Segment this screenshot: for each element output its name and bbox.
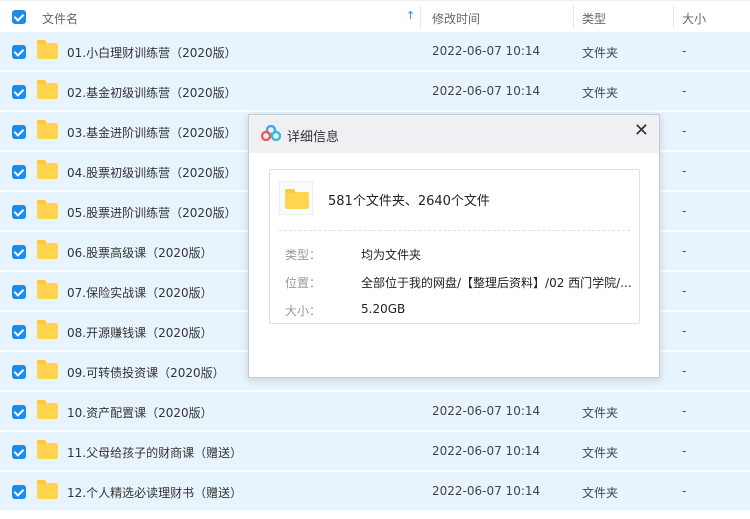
column-modified[interactable]: 修改时间 [432, 10, 480, 27]
table-row[interactable]: 10.资产配置课（2020版） 2022-06-07 10:14 文件夹 - [0, 392, 750, 432]
folder-icon [37, 40, 58, 59]
size-label: 大小： [285, 304, 322, 318]
select-all-checkbox[interactable] [12, 10, 26, 24]
folder-icon [37, 280, 58, 299]
row-checkbox[interactable] [12, 325, 26, 339]
dialog-title: 详细信息 [287, 130, 340, 145]
divider [279, 230, 630, 231]
file-name[interactable]: 08.开源赚钱课（2020版） [67, 324, 213, 341]
file-name[interactable]: 04.股票初级训练营（2020版） [67, 164, 237, 181]
folder-icon [37, 360, 58, 379]
row-checkbox[interactable] [12, 245, 26, 259]
arrow-up-icon[interactable]: ↑ [406, 9, 415, 22]
file-size: - [682, 164, 687, 178]
row-checkbox[interactable] [12, 445, 26, 459]
type-label: 类型： [285, 248, 322, 262]
location-label: 位置： [285, 276, 322, 290]
folder-icon [37, 80, 58, 99]
folder-icon [37, 400, 58, 419]
file-name[interactable]: 02.基金初级训练营（2020版） [67, 84, 237, 101]
modified-date: 2022-06-07 10:14 [432, 444, 541, 458]
file-type: 文件夹 [582, 486, 619, 500]
file-name[interactable]: 06.股票高级课（2020版） [67, 244, 213, 261]
folder-icon [37, 200, 58, 219]
modified-date: 2022-06-07 10:14 [432, 84, 541, 98]
modified-date: 2022-06-07 10:14 [432, 484, 541, 498]
column-type[interactable]: 类型 [582, 10, 606, 27]
table-header: 文件名 ↑ 修改时间 类型 大小 [0, 0, 750, 32]
folder-icon [37, 320, 58, 339]
table-row[interactable]: 12.个人精选必读理财书（赠送） 2022-06-07 10:14 文件夹 - [0, 472, 750, 512]
cloud-logo-icon [261, 125, 281, 141]
table-row[interactable]: 02.基金初级训练营（2020版） 2022-06-07 10:14 文件夹 - [0, 72, 750, 112]
folder-icon [37, 240, 58, 259]
folder-icon [37, 440, 58, 459]
file-type: 文件夹 [582, 446, 619, 460]
file-size: - [682, 84, 687, 98]
type-value: 均为文件夹 [361, 248, 422, 262]
file-size: - [682, 364, 687, 378]
file-size: - [682, 44, 687, 58]
row-checkbox[interactable] [12, 205, 26, 219]
file-size: - [682, 324, 687, 338]
file-size: - [682, 484, 687, 498]
folder-icon [279, 181, 313, 215]
file-name[interactable]: 12.个人精选必读理财书（赠送） [67, 484, 242, 501]
column-name[interactable]: 文件名 [42, 10, 78, 27]
file-name[interactable]: 07.保险实战课（2020版） [67, 284, 213, 301]
close-icon[interactable]: ✕ [634, 120, 649, 141]
row-checkbox[interactable] [12, 365, 26, 379]
folder-icon [37, 480, 58, 499]
file-size: - [682, 124, 687, 138]
row-checkbox[interactable] [12, 405, 26, 419]
details-dialog: 详细信息 ✕ 581个文件夹、2640个文件 类型： 均为文件夹 位置： 全部位… [248, 114, 660, 378]
row-checkbox[interactable] [12, 485, 26, 499]
file-size: - [682, 204, 687, 218]
modified-date: 2022-06-07 10:14 [432, 404, 541, 418]
file-size: - [682, 244, 687, 258]
row-checkbox[interactable] [12, 125, 26, 139]
file-name[interactable]: 09.可转债投资课（2020版） [67, 364, 225, 381]
row-checkbox[interactable] [12, 85, 26, 99]
file-type: 文件夹 [582, 86, 619, 100]
file-name[interactable]: 05.股票进阶训练营（2020版） [67, 204, 237, 221]
file-size: - [682, 404, 687, 418]
file-size: - [682, 284, 687, 298]
modified-date: 2022-06-07 10:14 [432, 44, 541, 58]
file-size: - [682, 444, 687, 458]
row-checkbox[interactable] [12, 285, 26, 299]
row-checkbox[interactable] [12, 45, 26, 59]
dialog-header: 详细信息 ✕ [249, 115, 659, 153]
file-name[interactable]: 10.资产配置课（2020版） [67, 404, 213, 421]
file-type: 文件夹 [582, 406, 619, 420]
file-type: 文件夹 [582, 46, 619, 60]
folder-icon [37, 120, 58, 139]
size-value: 5.20GB [361, 302, 406, 316]
file-name[interactable]: 11.父母给孩子的财商课（赠送） [67, 444, 242, 461]
folder-icon [37, 160, 58, 179]
file-name[interactable]: 03.基金进阶训练营（2020版） [67, 124, 237, 141]
details-box: 581个文件夹、2640个文件 类型： 均为文件夹 位置： 全部位于我的网盘/【… [269, 169, 640, 324]
row-checkbox[interactable] [12, 165, 26, 179]
table-row[interactable]: 11.父母给孩子的财商课（赠送） 2022-06-07 10:14 文件夹 - [0, 432, 750, 472]
file-name[interactable]: 01.小白理财训练营（2020版） [67, 44, 237, 61]
table-row[interactable]: 01.小白理财训练营（2020版） 2022-06-07 10:14 文件夹 - [0, 32, 750, 72]
column-size[interactable]: 大小 [682, 10, 706, 27]
location-value: 全部位于我的网盘/【整理后资料】/02 西门学院/... [361, 276, 632, 290]
summary: 581个文件夹、2640个文件 [328, 194, 490, 209]
